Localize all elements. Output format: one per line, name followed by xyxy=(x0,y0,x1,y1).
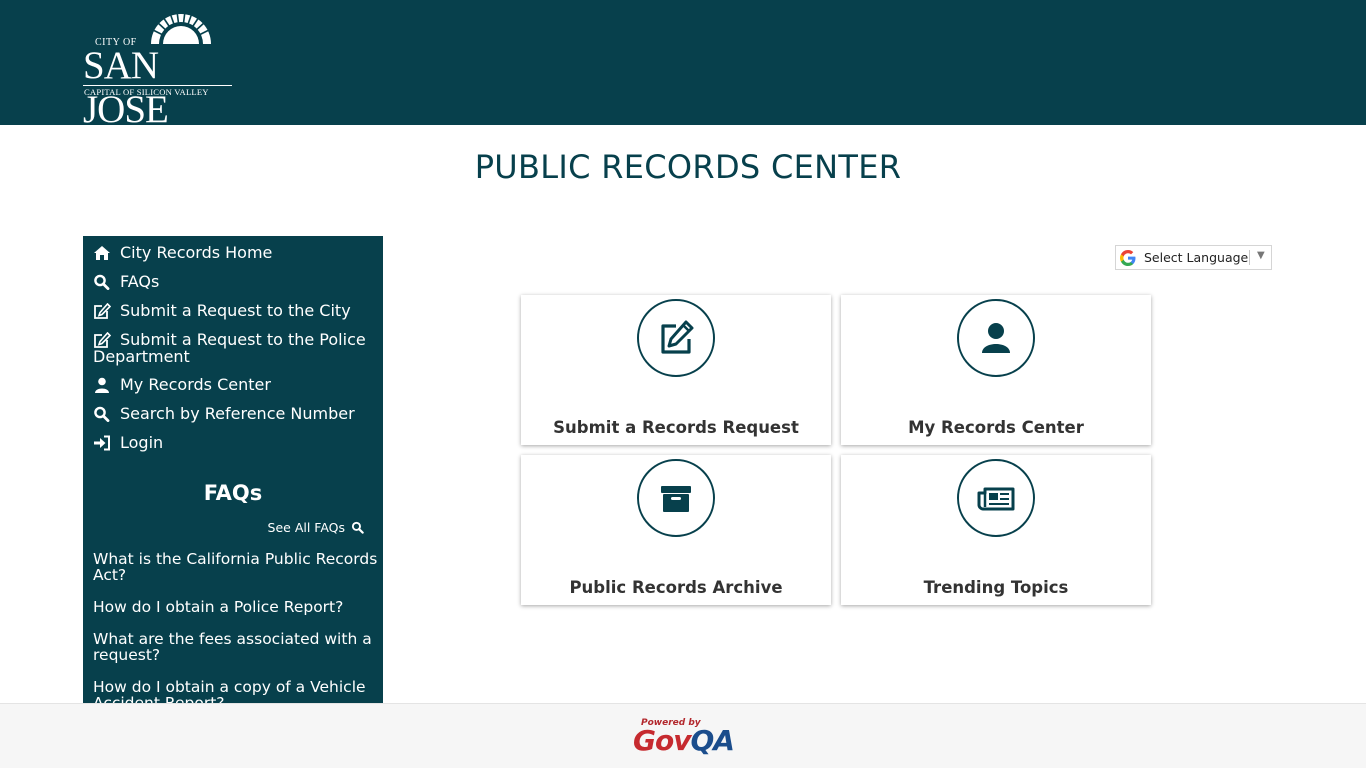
see-all-faqs-link[interactable]: See All FAQs xyxy=(268,520,365,535)
language-select[interactable]: Select Language ▼ xyxy=(1115,245,1272,270)
nav-submit-request-city[interactable]: Submit a Request to the City xyxy=(93,302,351,319)
sidebar: City Records Home FAQs Submit a Request … xyxy=(83,236,383,704)
tile-my-records-center[interactable]: My Records Center xyxy=(841,295,1151,445)
search-icon xyxy=(94,406,110,422)
faq-link[interactable]: What are the fees associated with a requ… xyxy=(93,631,378,663)
page-title: PUBLIC RECORDS CENTER xyxy=(474,148,902,186)
tile-icon-circle xyxy=(957,299,1035,377)
govqa-qa: QA xyxy=(690,724,734,757)
nav-my-records-center[interactable]: My Records Center xyxy=(93,376,271,393)
search-icon xyxy=(94,274,110,290)
tile-icon-circle xyxy=(637,459,715,537)
site-footer: Powered by GovQA xyxy=(0,703,1366,768)
sign-in-icon xyxy=(94,435,110,451)
archive-icon xyxy=(661,486,691,512)
tile-label: Trending Topics xyxy=(923,578,1069,597)
faq-link[interactable]: What is the California Public Records Ac… xyxy=(93,551,378,583)
govqa-wordmark: GovQA xyxy=(633,724,735,757)
nav-label: Search by Reference Number xyxy=(120,404,355,423)
tile-label: Submit a Records Request xyxy=(553,418,799,437)
nav-city-records-home[interactable]: City Records Home xyxy=(93,244,272,261)
google-icon xyxy=(1120,250,1136,266)
dropdown-arrow-icon: ▼ xyxy=(1257,250,1265,261)
language-divider xyxy=(1249,250,1250,265)
nav-login[interactable]: Login xyxy=(93,434,163,451)
tile-submit-records-request[interactable]: Submit a Records Request xyxy=(521,295,831,445)
tile-public-records-archive[interactable]: Public Records Archive xyxy=(521,455,831,605)
newspaper-icon xyxy=(977,487,1015,511)
search-icon xyxy=(351,521,364,534)
edit-icon xyxy=(661,320,694,354)
nav-label: City Records Home xyxy=(120,243,273,262)
logo-tagline: CAPITAL OF SILICON VALLEY xyxy=(84,87,209,97)
nav-label: Submit a Request to the City xyxy=(120,301,351,320)
faq-link[interactable]: How do I obtain a Police Report? xyxy=(93,599,378,615)
user-icon xyxy=(95,377,109,393)
tile-label: My Records Center xyxy=(908,418,1084,437)
tile-icon-circle xyxy=(957,459,1035,537)
edit-icon xyxy=(94,303,111,319)
faq-link[interactable]: How do I obtain a copy of a Vehicle Acci… xyxy=(93,679,378,704)
see-all-label: See All FAQs xyxy=(267,520,346,535)
nav-submit-request-police[interactable]: Submit a Request to the Police Departmen… xyxy=(93,331,373,365)
nav-label: Submit a Request to the Police Departmen… xyxy=(93,330,366,366)
tile-trending-topics[interactable]: Trending Topics xyxy=(841,455,1151,605)
nav-search-reference[interactable]: Search by Reference Number xyxy=(93,405,355,422)
home-icon xyxy=(94,246,110,260)
tile-icon-circle xyxy=(637,299,715,377)
tile-label: Public Records Archive xyxy=(569,578,783,597)
user-icon xyxy=(982,323,1010,353)
faq-heading: FAQs xyxy=(203,481,263,505)
edit-icon xyxy=(94,332,111,348)
site-header: CITY OF SAN JOSE CAPITAL OF SILICON VALL… xyxy=(0,0,1366,131)
city-logo[interactable]: CITY OF SAN JOSE CAPITAL OF SILICON VALL… xyxy=(83,10,235,131)
language-label: Select Language xyxy=(1144,250,1249,265)
govqa-gov: Gov xyxy=(633,724,691,757)
nav-label: My Records Center xyxy=(120,375,271,394)
govqa-logo[interactable]: Powered by GovQA xyxy=(633,718,735,758)
nav-faqs[interactable]: FAQs xyxy=(93,273,159,290)
logo-divider xyxy=(83,85,232,86)
